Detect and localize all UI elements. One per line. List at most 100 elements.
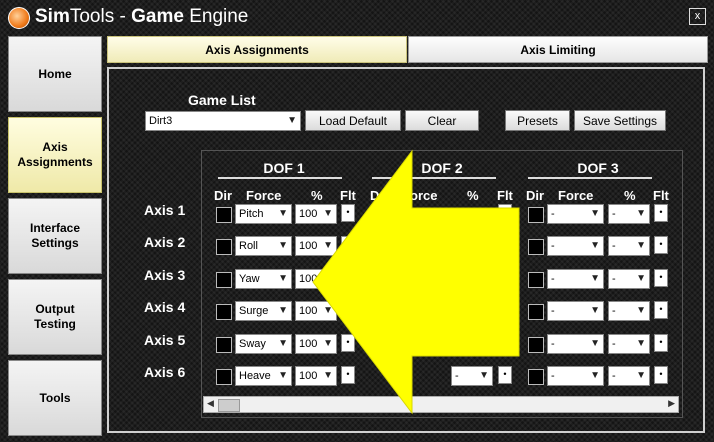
dof3-title: DOF 3 [577, 160, 619, 176]
dof3-pct-select[interactable]: - ▼ [608, 301, 650, 321]
dof1-dir-checkbox[interactable] [216, 304, 232, 320]
tab-axis-assignments[interactable]: Axis Assignments [107, 36, 407, 63]
dof1-pct-select[interactable]: 100 ▼ [295, 334, 337, 354]
chevron-down-icon: ▼ [278, 338, 288, 349]
chevron-down-icon: ▼ [479, 370, 489, 381]
game-list-label: Game List [188, 92, 256, 108]
dof3-force-select[interactable]: - ▼ [547, 236, 604, 256]
presets-button[interactable]: Presets [505, 110, 570, 131]
chevron-down-icon: ▼ [278, 240, 288, 251]
dof2-pct-select[interactable]: - ▼ [451, 366, 493, 386]
load-default-button[interactable]: Load Default [305, 110, 401, 131]
chevron-down-icon: ▼ [636, 208, 646, 219]
dof3-pct-select[interactable]: - ▼ [608, 366, 650, 386]
dof2-filter-button[interactable]: • [498, 334, 512, 352]
window-title: SimTools - Game Engine [35, 6, 249, 27]
dof1-force-select[interactable]: Pitch ▼ [235, 204, 292, 224]
dof2-filter-button[interactable]: • [498, 269, 512, 287]
dof1-force-select[interactable]: Roll ▼ [235, 236, 292, 256]
dof2-col-pct: % [467, 188, 479, 203]
close-button[interactable]: x [689, 8, 706, 25]
scrollbar-thumb[interactable] [218, 399, 240, 412]
dof1-pct-select[interactable]: 100 ▼ [295, 269, 337, 289]
dof2-col-force: orce [410, 188, 438, 203]
dof1-filter-button[interactable]: • [341, 334, 355, 352]
dof3-filter-button[interactable]: • [654, 334, 668, 352]
chevron-down-icon: ▼ [590, 273, 600, 284]
dof3-dir-checkbox[interactable] [528, 207, 544, 223]
dof3-col-flt: Flt [653, 188, 669, 203]
dof2-divider [372, 177, 496, 179]
dof1-filter-button[interactable]: • [341, 269, 355, 287]
sidebar-item-axis-assignments[interactable]: Axis Assignments [8, 117, 102, 193]
axis-label: Axis 4 [144, 299, 186, 315]
dof2-filter-button[interactable]: • [498, 301, 512, 319]
dof1-force-select[interactable]: Sway ▼ [235, 334, 292, 354]
chevron-down-icon: ▼ [590, 338, 600, 349]
dof3-pct-select[interactable]: - ▼ [608, 236, 650, 256]
dof3-col-dir: Dir [526, 188, 545, 203]
dof3-dir-checkbox[interactable] [528, 337, 544, 353]
dof3-force-select[interactable]: - ▼ [547, 366, 604, 386]
dof1-force-select[interactable]: Heave ▼ [235, 366, 292, 386]
dof3-pct-select[interactable]: - ▼ [608, 269, 650, 289]
dof1-dir-checkbox[interactable] [216, 207, 232, 223]
dof1-dir-checkbox[interactable] [216, 337, 232, 353]
chevron-down-icon: ▼ [590, 208, 600, 219]
chevron-down-icon: ▼ [278, 305, 288, 316]
dof3-dir-checkbox[interactable] [528, 272, 544, 288]
dof1-dir-checkbox[interactable] [216, 239, 232, 255]
dof1-filter-button[interactable]: • [341, 301, 355, 319]
dof2-filter-button[interactable]: • [498, 236, 512, 254]
tab-axis-limiting[interactable]: Axis Limiting [408, 36, 708, 63]
dof3-col-pct: % [624, 188, 636, 203]
horizontal-scrollbar[interactable]: ◀ ▶ [203, 396, 679, 413]
sidebar-item-interface-settings[interactable]: Interface Settings [8, 198, 102, 274]
dof1-force-select[interactable]: Yaw ▼ [235, 269, 292, 289]
dof3-force-select[interactable]: - ▼ [547, 204, 604, 224]
chevron-down-icon: ▼ [590, 305, 600, 316]
dof3-col-force: Force [558, 188, 594, 203]
dof2-filter-button[interactable]: • [498, 204, 512, 222]
dof1-pct-select[interactable]: 100 ▼ [295, 301, 337, 321]
dof3-filter-button[interactable]: • [654, 236, 668, 254]
scroll-right-icon[interactable]: ▶ [668, 398, 675, 409]
dof1-pct-select[interactable]: 100 ▼ [295, 366, 337, 386]
chevron-down-icon: ▼ [636, 305, 646, 316]
dof1-col-flt: Flt [340, 188, 356, 203]
dof1-pct-select[interactable]: 100 ▼ [295, 236, 337, 256]
dof3-force-select[interactable]: - ▼ [547, 269, 604, 289]
game-list-select[interactable]: Dirt3 ▼ [145, 111, 301, 131]
dof3-dir-checkbox[interactable] [528, 304, 544, 320]
chevron-down-icon: ▼ [323, 208, 333, 219]
dof3-dir-checkbox[interactable] [528, 239, 544, 255]
chevron-down-icon: ▼ [323, 338, 333, 349]
dof3-force-select[interactable]: - ▼ [547, 334, 604, 354]
dof3-pct-select[interactable]: - ▼ [608, 204, 650, 224]
dof3-filter-button[interactable]: • [654, 301, 668, 319]
save-settings-button[interactable]: Save Settings [574, 110, 666, 131]
sidebar-item-home[interactable]: Home [8, 36, 102, 112]
dof1-pct-select[interactable]: 100 ▼ [295, 204, 337, 224]
dof1-force-select[interactable]: Surge ▼ [235, 301, 292, 321]
dof1-dir-checkbox[interactable] [216, 369, 232, 385]
dof3-dir-checkbox[interactable] [528, 369, 544, 385]
dof1-filter-button[interactable]: • [341, 236, 355, 254]
dof3-filter-button[interactable]: • [654, 269, 668, 287]
scroll-left-icon[interactable]: ◀ [207, 398, 214, 409]
dof2-filter-button[interactable]: • [498, 366, 512, 384]
chevron-down-icon: ▼ [323, 370, 333, 381]
sidebar-item-output-testing[interactable]: Output Testing [8, 279, 102, 355]
dof3-filter-button[interactable]: • [654, 366, 668, 384]
dof1-filter-button[interactable]: • [341, 204, 355, 222]
dof2-title: DOF 2 [421, 160, 463, 176]
dof3-filter-button[interactable]: • [654, 204, 668, 222]
clear-button[interactable]: Clear [405, 110, 479, 131]
dof3-force-select[interactable]: - ▼ [547, 301, 604, 321]
dof3-pct-select[interactable]: - ▼ [608, 334, 650, 354]
dof1-filter-button[interactable]: • [341, 366, 355, 384]
sidebar-item-tools[interactable]: Tools [8, 360, 102, 436]
dof1-col-force: Force [246, 188, 282, 203]
chevron-down-icon: ▼ [636, 338, 646, 349]
dof1-dir-checkbox[interactable] [216, 272, 232, 288]
